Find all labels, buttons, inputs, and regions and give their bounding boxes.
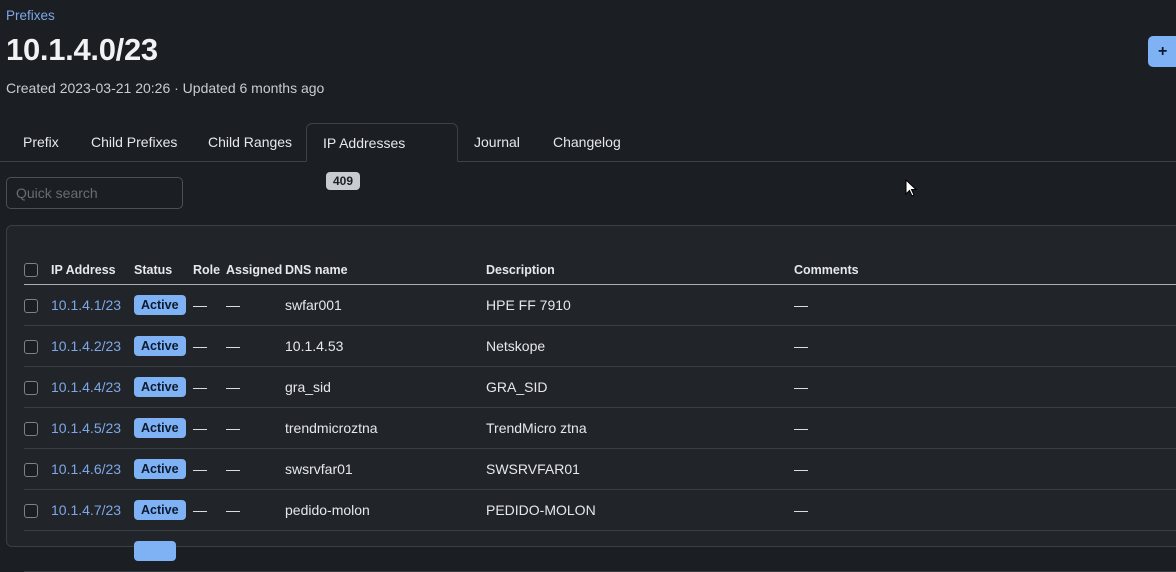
- tab-bar: Prefix Child Prefixes Child Ranges IP Ad…: [0, 123, 1176, 190]
- tab-ip-addresses[interactable]: IP Addresses 409: [306, 123, 458, 190]
- row-checkbox[interactable]: [24, 299, 38, 314]
- assigned-cell: —: [226, 407, 285, 449]
- row-select-cell: [24, 325, 51, 367]
- dns-name-cell: gra_sid: [285, 366, 486, 408]
- role-cell: —: [193, 448, 226, 490]
- add-button[interactable]: +: [1148, 36, 1176, 67]
- row-select-cell: [24, 284, 51, 326]
- dns-name-cell: pedido-molon: [285, 489, 486, 531]
- row-select-cell: [24, 448, 51, 490]
- role-cell: —: [193, 284, 226, 326]
- dns-name-cell: swfar001: [285, 284, 486, 326]
- row-checkbox[interactable]: [24, 422, 38, 437]
- ip-address-link[interactable]: 10.1.4.2/23: [51, 338, 121, 354]
- row-select-cell: [24, 407, 51, 449]
- role-cell: —: [193, 489, 226, 531]
- column-header-comments[interactable]: Comments: [794, 248, 1176, 285]
- ip-address-table: IP Address Status Role Assigned DNS name…: [24, 248, 1176, 572]
- status-badge: Active: [134, 418, 186, 438]
- status-badge: Active: [134, 336, 186, 356]
- column-header-dns-name[interactable]: DNS name: [285, 248, 486, 285]
- description-cell: SWSRVFAR01: [486, 448, 794, 490]
- column-header-assigned[interactable]: Assigned: [226, 248, 285, 285]
- assigned-cell: —: [226, 448, 285, 490]
- tab-label: IP Addresses: [323, 135, 406, 151]
- status-badge: Active: [134, 377, 186, 397]
- quick-search-input[interactable]: [6, 177, 183, 209]
- role-cell: —: [193, 407, 226, 449]
- role-cell: —: [193, 325, 226, 367]
- tab-child-ranges[interactable]: Child Ranges: [192, 123, 308, 161]
- table-row: 10.1.4.2/23 Active — — 10.1.4.53 Netskop…: [24, 325, 1176, 367]
- assigned-cell: —: [226, 366, 285, 408]
- row-checkbox[interactable]: [24, 381, 38, 396]
- table-row: 10.1.4.4/23 Active — — gra_sid GRA_SID —: [24, 366, 1176, 408]
- comments-cell: —: [794, 407, 1176, 449]
- row-select-cell: [24, 366, 51, 408]
- table-row: 10.1.4.7/23 Active — — pedido-molon PEDI…: [24, 489, 1176, 531]
- dns-name-cell: 10.1.4.53: [285, 325, 486, 367]
- row-checkbox[interactable]: [24, 340, 38, 355]
- table-row: 10.1.4.6/23 Active — — swsrvfar01 SWSRVF…: [24, 448, 1176, 490]
- dns-name-cell: swsrvfar01: [285, 448, 486, 490]
- description-cell: TrendMicro ztna: [486, 407, 794, 449]
- column-header-ip-address[interactable]: IP Address: [51, 248, 134, 285]
- tab-journal[interactable]: Journal: [458, 123, 536, 161]
- assigned-cell: —: [226, 284, 285, 326]
- comments-cell: —: [794, 325, 1176, 367]
- select-all-checkbox[interactable]: [24, 263, 38, 277]
- row-select-cell: [24, 489, 51, 531]
- comments-cell: —: [794, 489, 1176, 531]
- ip-address-link[interactable]: 10.1.4.7/23: [51, 502, 121, 518]
- assigned-cell: —: [226, 325, 285, 367]
- row-checkbox[interactable]: [24, 463, 38, 478]
- created-updated-meta: Created 2023-03-21 20:26 · Updated 6 mon…: [6, 80, 325, 96]
- ip-address-link[interactable]: 10.1.4.4/23: [51, 379, 121, 395]
- status-badge: Active: [134, 500, 186, 520]
- column-header-role[interactable]: Role: [193, 248, 226, 285]
- ip-address-link[interactable]: 10.1.4.5/23: [51, 420, 121, 436]
- status-badge: Active: [134, 459, 186, 479]
- breadcrumb[interactable]: Prefixes: [6, 8, 55, 23]
- select-all-cell: [24, 248, 51, 285]
- row-checkbox[interactable]: [24, 504, 38, 519]
- page-title: 10.1.4.0/23: [6, 32, 158, 67]
- table-row-partial: [24, 530, 1176, 572]
- comments-cell: —: [794, 366, 1176, 408]
- status-badge: Active: [134, 295, 186, 315]
- table-header-row: IP Address Status Role Assigned DNS name…: [24, 248, 1176, 285]
- comments-cell: —: [794, 284, 1176, 326]
- tab-changelog[interactable]: Changelog: [537, 123, 637, 161]
- description-cell: HPE FF 7910: [486, 284, 794, 326]
- comments-cell: —: [794, 448, 1176, 490]
- mouse-cursor-icon: [905, 179, 917, 197]
- tab-child-prefixes[interactable]: Child Prefixes: [75, 123, 193, 161]
- column-header-status[interactable]: Status: [134, 248, 193, 285]
- ip-address-link[interactable]: 10.1.4.6/23: [51, 461, 121, 477]
- assigned-cell: —: [226, 489, 285, 531]
- count-badge: 409: [326, 172, 361, 190]
- table-row: 10.1.4.1/23 Active — — swfar001 HPE FF 7…: [24, 284, 1176, 326]
- description-cell: PEDIDO-MOLON: [486, 489, 794, 531]
- status-badge-partial: [134, 541, 176, 561]
- tab-prefix[interactable]: Prefix: [7, 123, 75, 161]
- table-row: 10.1.4.5/23 Active — — trendmicroztna Tr…: [24, 407, 1176, 449]
- description-cell: Netskope: [486, 325, 794, 367]
- column-header-description[interactable]: Description: [486, 248, 794, 285]
- role-cell: —: [193, 366, 226, 408]
- description-cell: GRA_SID: [486, 366, 794, 408]
- dns-name-cell: trendmicroztna: [285, 407, 486, 449]
- ip-address-table-card: IP Address Status Role Assigned DNS name…: [6, 225, 1176, 572]
- ip-address-link[interactable]: 10.1.4.1/23: [51, 297, 121, 313]
